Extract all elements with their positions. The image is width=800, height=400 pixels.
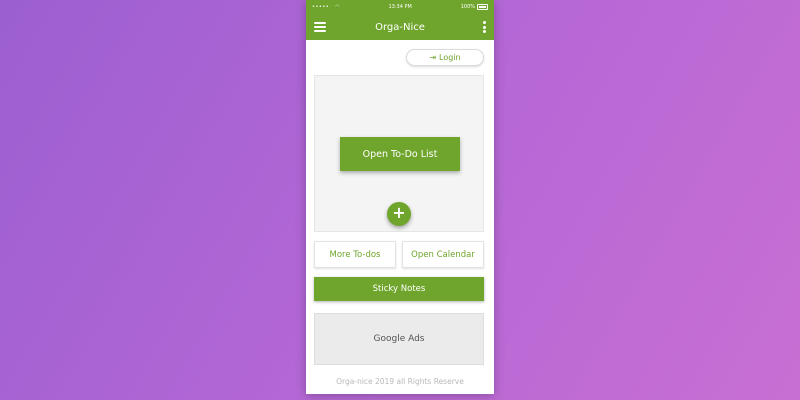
login-icon: ⇥ [429,53,437,62]
login-label: Login [439,53,461,62]
status-bar: ••••• ◠ 13:34 PM 100% [306,0,494,14]
login-row: ⇥ Login [306,40,494,70]
phone-frame: ••••• ◠ 13:34 PM 100% Orga-Nice ⇥ Login … [306,0,494,394]
signal-icon: ••••• [312,4,330,10]
footer-text: Orga-nice 2019 all Rights Reserve [336,377,464,386]
secondary-button-row: More To-dos Open Calendar [314,241,484,268]
status-time: 13:34 PM [388,4,412,10]
menu-icon[interactable] [314,22,326,32]
sticky-notes-button[interactable]: Sticky Notes [314,277,484,301]
todo-panel: Open To-Do List + [314,75,484,232]
status-right: 100% [461,4,488,10]
add-icon[interactable]: + [387,202,411,226]
battery-percent: 100% [460,4,475,10]
wifi-icon: ◠ [335,4,340,10]
open-todo-list-button[interactable]: Open To-Do List [340,137,460,171]
login-button[interactable]: ⇥ Login [406,49,484,66]
more-todos-button[interactable]: More To-dos [314,241,396,268]
app-bar: Orga-Nice [306,14,494,40]
app-title: Orga-Nice [375,21,425,33]
open-calendar-button[interactable]: Open Calendar [402,241,484,268]
more-options-icon[interactable] [482,20,486,34]
google-ads-banner[interactable]: Google Ads [314,313,484,365]
battery-icon [477,4,488,10]
status-left: ••••• ◠ [312,4,340,10]
